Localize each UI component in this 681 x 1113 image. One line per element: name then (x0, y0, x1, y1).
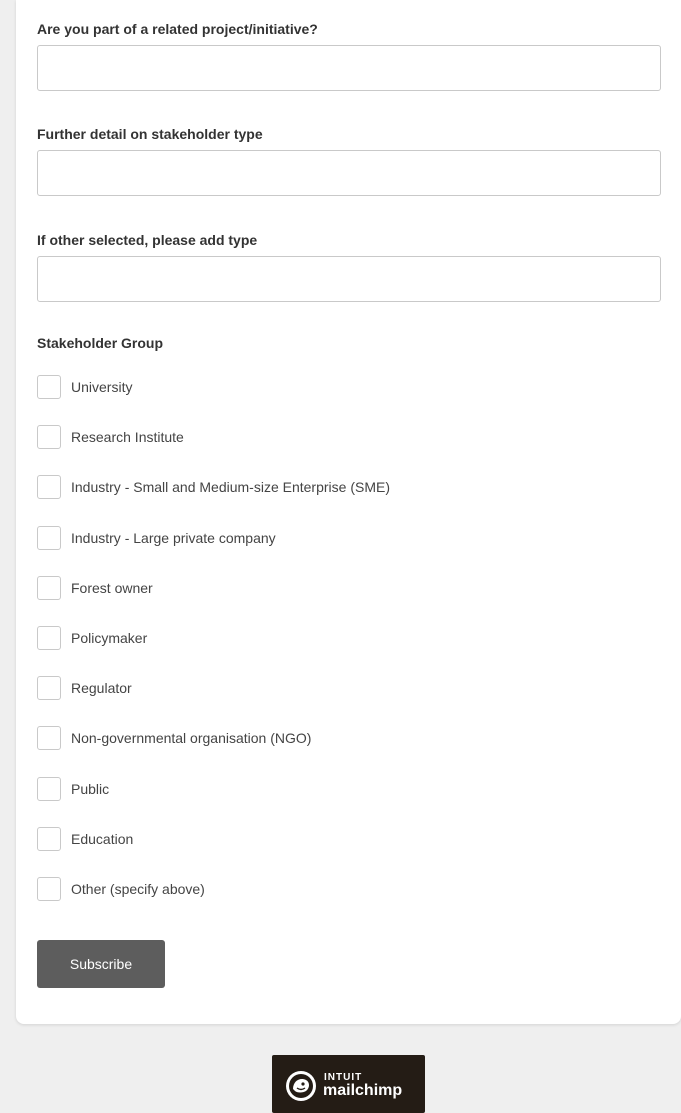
field-other-type: If other selected, please add type (37, 212, 661, 318)
checkbox-forest-owner[interactable] (37, 575, 61, 600)
checkbox-label-industry-large[interactable]: Industry - Large private company (71, 529, 276, 547)
checkbox-public[interactable] (37, 776, 61, 801)
field-stakeholder-detail: Further detail on stakeholder type (37, 106, 661, 212)
checkbox-row-industry-sme[interactable]: Industry - Small and Medium-size Enterpr… (37, 462, 661, 512)
checkbox-label-ngo[interactable]: Non-governmental organisation (NGO) (71, 729, 311, 747)
checkbox-industry-sme[interactable] (37, 475, 61, 500)
checkbox-row-forest-owner[interactable]: Forest owner (37, 563, 661, 613)
field-label-related-project: Are you part of a related project/initia… (37, 21, 318, 37)
checkbox-row-research-institute[interactable]: Research Institute (37, 412, 661, 462)
subscribe-button[interactable]: Subscribe (37, 940, 165, 988)
checkbox-label-university[interactable]: University (71, 378, 132, 396)
checkbox-row-ngo[interactable]: Non-governmental organisation (NGO) (37, 713, 661, 763)
checkbox-label-research-institute[interactable]: Research Institute (71, 428, 184, 446)
field-related-project: Are you part of a related project/initia… (37, 0, 661, 106)
signup-form: Are you part of a related project/initia… (37, 0, 661, 914)
checkbox-label-other[interactable]: Other (specify above) (71, 880, 205, 898)
checkbox-label-forest-owner[interactable]: Forest owner (71, 579, 153, 597)
field-label-other-type: If other selected, please add type (37, 232, 258, 248)
checkbox-regulator[interactable] (37, 676, 61, 701)
checkbox-row-university[interactable]: University (37, 362, 661, 412)
checkbox-policymaker[interactable] (37, 626, 61, 651)
checkbox-label-regulator[interactable]: Regulator (71, 679, 132, 697)
checkbox-ngo[interactable] (37, 726, 61, 751)
badge-mailchimp-text: mailchimp (323, 1082, 403, 1099)
mailchimp-badge[interactable]: INTUIT mailchimp (272, 1055, 425, 1113)
mailchimp-freddie-icon (286, 1071, 316, 1101)
checkbox-industry-large[interactable] (37, 525, 61, 550)
related-project-input[interactable] (37, 45, 661, 91)
field-label-stakeholder-detail: Further detail on stakeholder type (37, 126, 263, 142)
checkbox-label-industry-sme[interactable]: Industry - Small and Medium-size Enterpr… (71, 478, 390, 496)
signup-form-card: Are you part of a related project/initia… (16, 0, 681, 1024)
checkbox-row-education[interactable]: Education (37, 814, 661, 864)
checkbox-education[interactable] (37, 826, 61, 851)
checkbox-row-industry-large[interactable]: Industry - Large private company (37, 513, 661, 563)
checkbox-row-public[interactable]: Public (37, 764, 661, 814)
checkbox-university[interactable] (37, 375, 61, 400)
checkbox-row-other[interactable]: Other (specify above) (37, 864, 661, 914)
checkbox-other[interactable] (37, 876, 61, 901)
stakeholder-group-options: University Research Institute Industry -… (37, 362, 661, 914)
checkbox-label-policymaker[interactable]: Policymaker (71, 629, 147, 647)
checkbox-row-regulator[interactable]: Regulator (37, 663, 661, 713)
checkbox-label-public[interactable]: Public (71, 780, 109, 798)
stakeholder-detail-input[interactable] (37, 150, 661, 196)
checkbox-label-education[interactable]: Education (71, 830, 133, 848)
checkbox-row-policymaker[interactable]: Policymaker (37, 613, 661, 663)
stakeholder-group-label: Stakeholder Group (37, 335, 164, 351)
checkbox-research-institute[interactable] (37, 425, 61, 450)
other-type-input[interactable] (37, 256, 661, 302)
